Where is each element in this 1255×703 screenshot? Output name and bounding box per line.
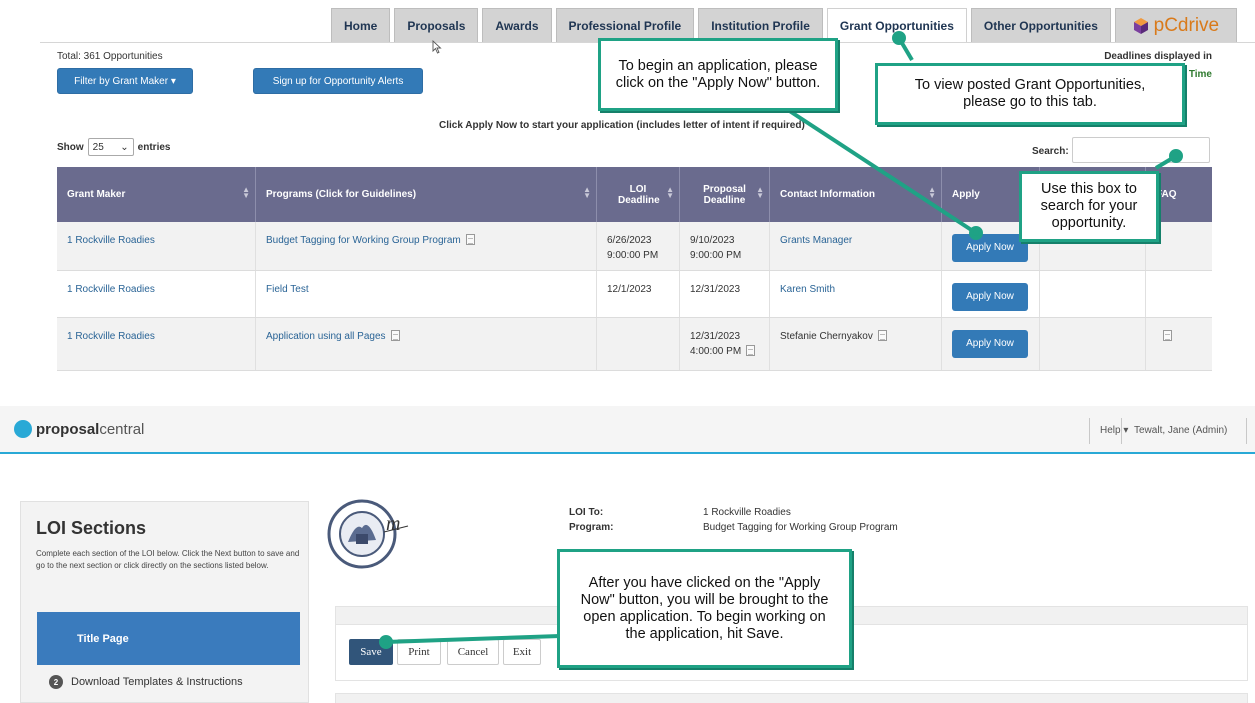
callout-apply-now: To begin an application, please click on… [598,38,838,111]
connector-apply-now [783,106,978,235]
connector-save [385,634,561,644]
connector-dot [892,31,906,45]
connector-dot [969,226,983,240]
connector-dot [1169,149,1183,163]
callout-grant-tab: To view posted Grant Opportunities, plea… [875,63,1185,125]
callout-save: After you have clicked on the "Apply Now… [557,549,852,668]
connector-dot [379,635,393,649]
callout-search: Use this box to search for your opportun… [1019,171,1159,242]
